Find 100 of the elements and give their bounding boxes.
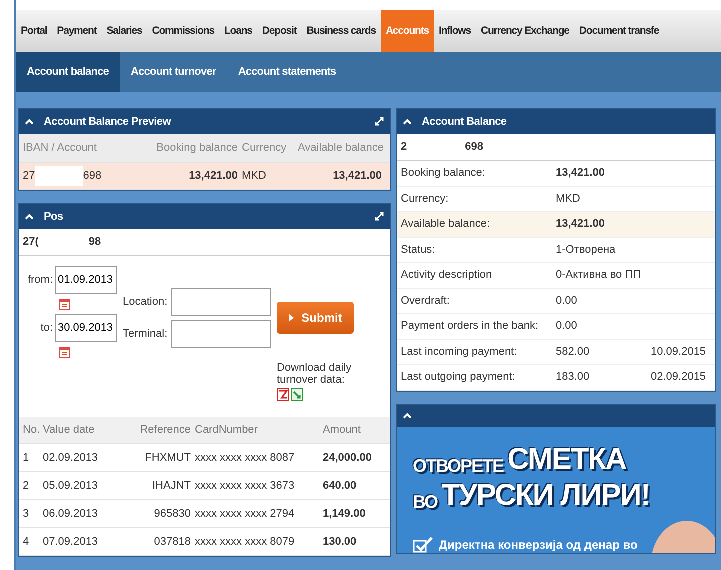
panel-title: Pos [44,210,64,222]
column-header: CardNumber [195,424,259,436]
table-cell-text: 02.09.2013 [43,452,100,464]
account-number-end: 98 [88,236,102,248]
nav-tab[interactable]: Business cards [302,10,381,52]
column-header: Currency [242,142,288,154]
table-cell-text: 1 [23,452,30,464]
download-label: Download daily turnover data: [277,362,353,386]
detail-label: Status: [401,244,436,256]
collapse-icon[interactable] [25,118,34,124]
detail-value: 582.00 [556,346,591,358]
excel-file-icon[interactable] [291,388,303,401]
expand-icon[interactable] [375,212,384,221]
account-number-end: 698 [465,141,484,153]
advert-banner[interactable]: ОТВОРЕТЕ СМЕТКА ВО ТУРСКИ ЛИРИ! Директна конверзија од денар во [397,426,715,552]
expand-icon[interactable] [375,117,384,126]
detail-value: 13,421.00 [556,167,606,180]
nav-tab[interactable]: Currency Exchange [476,10,574,52]
calendar-icon[interactable] [59,298,70,310]
panel-title: Account Balance Preview [44,116,172,128]
detail-label: Activity description [401,269,494,282]
table-cell-text: 13,421.00 [188,170,239,182]
account-number-end: 698 [83,170,102,182]
calendar-icon[interactable] [59,346,70,358]
redaction-block [35,166,84,186]
table-cell-text: IHAJNT [152,480,192,492]
column-header: Available balance [298,142,386,154]
column-header: Value date [43,424,96,436]
collapse-icon[interactable] [25,214,34,220]
terminal-field[interactable] [170,320,271,348]
from-date-field[interactable]: 01.09.2013 [55,266,117,294]
table-cell-text: xxxx xxxx xxxx 2794 [195,508,296,520]
nav-tab[interactable]: Salaries [102,10,148,52]
detail-label: Last outgoing payment: [401,371,516,384]
location-field[interactable] [170,288,271,316]
nav-tab[interactable]: Payment [52,10,102,52]
sub-tab[interactable]: Account statements [227,52,348,92]
table-cell-text: 05.09.2013 [43,480,100,492]
column-header: No. [23,424,42,436]
table-cell-text: 24,000.00 [323,452,373,464]
detail-label: Payment orders in the bank: [401,320,540,332]
table-cell-text: 037818 [153,536,192,548]
detail-label: Available balance: [401,218,492,230]
detail-value: MKD [556,192,582,205]
collapse-icon[interactable] [403,118,412,124]
collapse-icon[interactable] [403,412,412,418]
detail-label: Currency: [401,192,450,205]
to-date-field[interactable]: 30.09.2013 [55,314,117,342]
account-number-start: 27( [23,236,39,248]
nav-tab[interactable]: Loans [219,10,258,52]
to-label: to: [40,322,53,334]
location-label: Location: [123,296,168,308]
table-cell-text: 4 [23,536,30,548]
account-number-start: 27 [23,170,36,182]
from-label: from: [26,274,53,286]
table-cell-text: MKD [242,170,268,182]
terminal-label: Terminal: [123,328,168,340]
table-cell-text: 640.00 [323,480,358,492]
banner-headline: ТУРСКИ ЛИРИ! [442,478,650,512]
detail-label: Overdraft: [401,294,451,307]
table-cell-text: 965830 [153,508,192,520]
detail-value: 13,421.00 [556,218,606,230]
nav-tab[interactable]: Portal [16,10,52,52]
nav-tab[interactable]: Document transfe [574,10,664,52]
banner-text: Директна конверзија од денар во [439,538,638,552]
nav-tab[interactable]: Commissions [147,10,220,52]
detail-value: 183.00 [556,371,591,384]
table-cell-text: 1,149.00 [323,508,367,520]
detail-label: Booking balance: [401,167,486,180]
sub-tab[interactable]: Account balance [16,52,120,92]
play-icon [288,314,294,322]
account-number-start: 2 [401,141,408,153]
table-cell-text: xxxx xxxx xxxx 8087 [195,452,296,464]
table-cell-text: xxxx xxxx xxxx 3673 [195,480,296,492]
banner-headline: ВО [413,492,438,512]
detail-value: 0.00 [556,294,578,307]
column-header: Amount [323,424,362,436]
sub-tab[interactable]: Account turnover [120,52,228,92]
banner-headline: ОТВОРЕТЕ [413,456,504,476]
panel-title: Account Balance [422,116,508,128]
table-cell-text: 07.09.2013 [43,536,100,548]
column-header: IBAN / Account [23,142,98,154]
detail-value: 0-Активна во ПП [556,269,642,282]
table-cell-text: 3 [23,508,30,520]
nav-tab[interactable]: Inflows [434,10,476,52]
nav-tab[interactable]: Deposit [257,10,302,52]
detail-label: Last incoming payment: [401,346,518,358]
detail-value: 1-Отворена [556,244,617,256]
table-cell-text: 2 [23,480,30,492]
column-header: Booking balance [156,142,239,154]
table-cell-text: 130.00 [323,536,358,548]
table-cell-text: 13,421.00 [332,170,383,182]
table-cell-text: FHXMUT [144,452,192,464]
table-cell-text: 06.09.2013 [43,508,100,520]
detail-date: 02.09.2015 [651,371,707,384]
table-cell-text: xxxx xxxx xxxx 8079 [195,536,296,548]
detail-value: 0.00 [556,320,578,332]
detail-date: 10.09.2015 [651,346,707,358]
banner-headline: СМЕТКА [508,442,626,476]
column-header: Reference [139,424,192,436]
